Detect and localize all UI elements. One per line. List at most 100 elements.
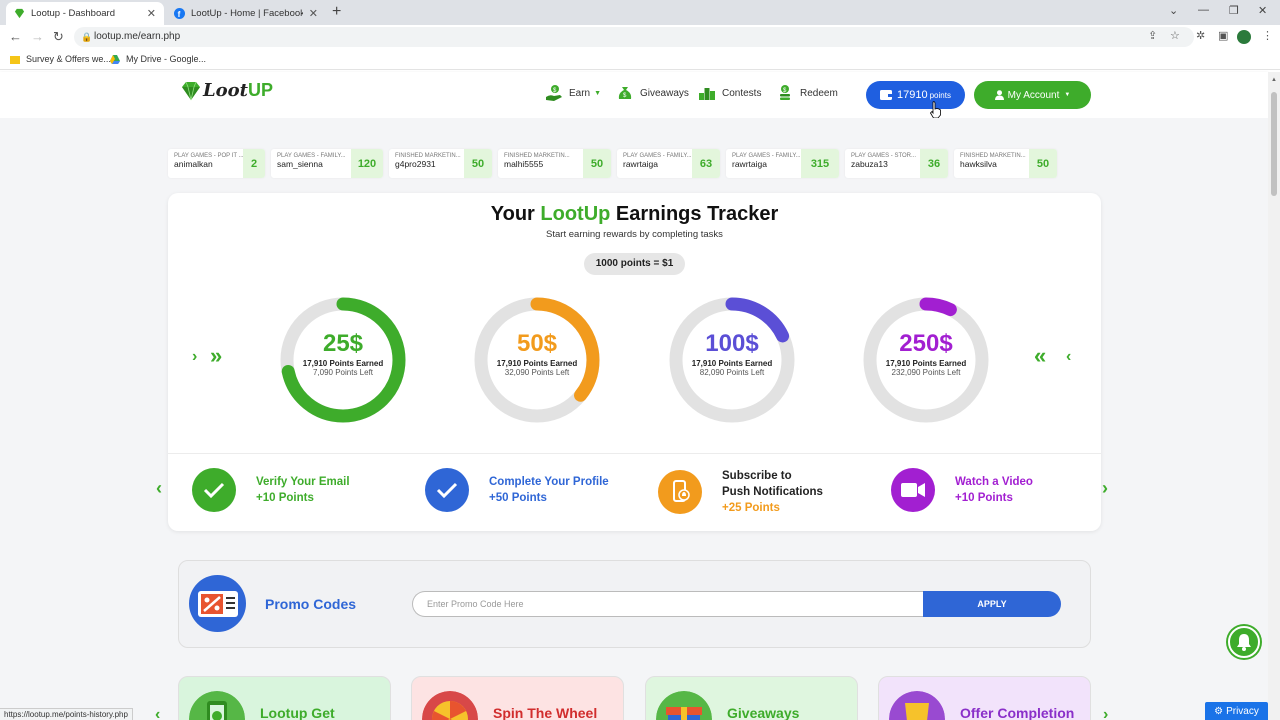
logo-text-loot: Loot: [203, 80, 248, 101]
wallet-icon: [880, 90, 893, 100]
scroll-up-arrow-icon[interactable]: ▲: [1271, 77, 1277, 83]
ticker-username: sam_sienna: [277, 159, 323, 169]
goal-ring: 50$ 17,910 Points Earned 32,090 Points Lef…: [472, 295, 602, 425]
goal-amount: 25$: [322, 330, 364, 357]
bookmark-survey-offers[interactable]: Survey & Offers we...: [10, 54, 111, 64]
nav-contests[interactable]: Contests: [698, 84, 761, 102]
goal-points-left: 32,090 Points Left: [504, 368, 570, 377]
scrollbar-thumb[interactable]: [1271, 92, 1277, 196]
money-bag-icon: $: [618, 87, 632, 99]
tab-lootup-dashboard[interactable]: Lootup - Dashboard ✕: [6, 2, 164, 25]
nav-giveaways[interactable]: $ Giveaways: [616, 84, 689, 102]
section-divider: [168, 453, 1101, 454]
earn-page: PLAY GAMES - POP IT ... animalkan 2 PLAY GA…: [0, 118, 1268, 720]
side-panel-icon[interactable]: ▣: [1218, 29, 1228, 42]
task-reward: +10 Points: [256, 492, 314, 504]
apply-promo-button[interactable]: APPLY: [923, 591, 1061, 617]
svg-text:f: f: [178, 10, 181, 19]
share-icon[interactable]: ⇪: [1148, 29, 1157, 42]
task-reward: +10 Points: [955, 492, 1013, 504]
more-menu-icon[interactable]: ⋮: [1262, 29, 1273, 42]
goal-ring: 25$ 17,910 Points Earned 7,090 Points Left: [278, 295, 408, 425]
privacy-badge[interactable]: ⚙ Privacy: [1205, 702, 1268, 720]
nav-earn[interactable]: $ Earn ▼: [545, 84, 601, 102]
feature-title: Spin The Wheel: [493, 705, 598, 720]
tab-lootup-facebook[interactable]: f LootUp - Home | Facebook ✕: [166, 2, 326, 25]
ticker-item: FINISHED MARKETIN... g4pro2931 50: [389, 149, 492, 178]
hand-pointer-cursor-icon: [930, 101, 941, 119]
goal-points-left: 232,090 Points Left: [891, 368, 961, 377]
forward-arrow-icon[interactable]: →: [31, 29, 44, 44]
bookmark-star-icon[interactable]: ☆: [1170, 29, 1180, 42]
bonus-task[interactable]: Verify Your Email +10 Points: [192, 468, 350, 512]
back-arrow-icon[interactable]: ←: [9, 29, 22, 44]
tab-search-chevron-icon[interactable]: ⌄: [1169, 4, 1178, 17]
bookmark-my-drive[interactable]: My Drive - Google...: [110, 54, 206, 64]
facebook-icon: f: [174, 8, 185, 19]
url-field[interactable]: 🔒 lootup.me/earn.php: [74, 27, 1194, 47]
goal-points-earned: 17,910 Points Earned: [496, 359, 578, 368]
privacy-label: Privacy: [1226, 705, 1259, 717]
page-scrollbar[interactable]: ▲: [1268, 72, 1280, 720]
bookmark-label: Survey & Offers we...: [26, 54, 111, 64]
tasks-next-chevron-icon[interactable]: ›: [1102, 478, 1108, 499]
checkmark-icon: [425, 468, 469, 512]
ticker-points: 50: [583, 149, 611, 178]
points-balance-button[interactable]: 17910 points: [866, 81, 965, 109]
tab-title: LootUp - Home | Facebook: [191, 8, 303, 19]
phone-notification-icon: [658, 470, 702, 514]
gear-icon: ⚙: [1214, 705, 1224, 717]
ticker-username: zabuza13: [851, 159, 888, 169]
account-label: My Account: [1007, 89, 1060, 101]
task-title: Subscribe to: [722, 470, 792, 482]
notification-bell-button[interactable]: [1228, 626, 1260, 658]
ticker-points: 315: [801, 149, 839, 178]
google-drive-icon: [110, 54, 120, 64]
feature-card[interactable]: Lootup Get: [178, 676, 391, 720]
goal-points-left: 82,090 Points Left: [699, 368, 765, 377]
goal-points-earned: 17,910 Points Earned: [691, 359, 773, 368]
nav-label: Earn: [569, 87, 591, 99]
bonus-task[interactable]: Watch a Video +10 Points: [891, 468, 1033, 512]
ticker-item: PLAY GAMES - POP IT ... animalkan 2: [168, 149, 265, 178]
my-account-button[interactable]: My Account ▼: [974, 81, 1091, 109]
reload-icon[interactable]: ↻: [53, 29, 64, 45]
coupon-icon: [189, 575, 246, 632]
promo-code-input[interactable]: Enter Promo Code Here: [412, 591, 924, 617]
conversion-rate-badge: 1000 points = $1: [584, 253, 685, 275]
nav-label: Redeem: [800, 87, 838, 99]
feature-card[interactable]: Spin The Wheel: [411, 676, 624, 720]
feature-card[interactable]: Offer Completion: [878, 676, 1091, 720]
ticker-points: 120: [351, 149, 383, 178]
ticker-item: PLAY GAMES - FAMILY... sam_sienna 120: [271, 149, 383, 178]
status-bar-url: https://lootup.me/points-history.php: [0, 708, 133, 720]
new-tab-icon[interactable]: +: [332, 3, 341, 21]
ticker-points: 63: [692, 149, 720, 178]
ticker-username: animalkan: [174, 159, 213, 169]
bonus-task[interactable]: Subscribe to Push Notifications +25 Points: [658, 468, 823, 516]
carousel-next-double-chevron-icon[interactable]: «: [1034, 343, 1046, 369]
nav-redeem[interactable]: $ Redeem: [776, 84, 838, 102]
carousel-next-chevron-icon[interactable]: ‹: [1066, 348, 1071, 366]
site-header: LootUP $ Earn ▼ $ Giveaways Contests $ R…: [0, 72, 1268, 119]
goal-points-earned: 17,910 Points Earned: [302, 359, 384, 368]
tasks-prev-chevron-icon[interactable]: ‹: [156, 478, 162, 499]
lootup-logo[interactable]: LootUP: [180, 80, 273, 101]
profile-avatar[interactable]: [1237, 30, 1251, 44]
goal-ring: 250$ 17,910 Points Earned 232,090 Points L…: [861, 295, 991, 425]
ticker-item: PLAY GAMES - FAMILY... rawrtaiga 63: [617, 149, 720, 178]
address-bar-row: ← → ↻ 🔒 lootup.me/earn.php ⇪ ☆ ✲ ▣ ⋮: [0, 25, 1280, 49]
trophy-icon: [889, 691, 945, 720]
feature-card[interactable]: Giveaways: [645, 676, 858, 720]
minimize-icon[interactable]: —: [1198, 4, 1209, 16]
features-next-chevron-icon[interactable]: ›: [1103, 706, 1108, 720]
carousel-prev-chevron-icon[interactable]: ›: [192, 348, 197, 366]
features-prev-chevron-icon[interactable]: ‹: [155, 706, 160, 720]
extensions-puzzle-icon[interactable]: ✲: [1196, 29, 1205, 42]
carousel-prev-double-chevron-icon[interactable]: »: [210, 343, 222, 369]
close-window-icon[interactable]: ✕: [1258, 4, 1267, 17]
restore-icon[interactable]: ❐: [1229, 4, 1239, 17]
close-tab-icon[interactable]: ✕: [147, 7, 156, 20]
bonus-task[interactable]: Complete Your Profile +50 Points: [425, 468, 609, 512]
close-tab-icon[interactable]: ✕: [309, 7, 318, 20]
